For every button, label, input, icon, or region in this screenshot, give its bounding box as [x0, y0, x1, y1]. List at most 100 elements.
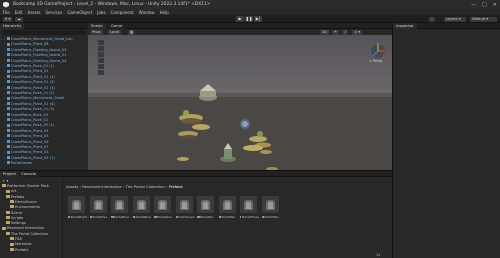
maximize-button[interactable]: □ [482, 2, 487, 8]
hierarchy-row[interactable]: › CrossPlains_Floating_Island_01 [0, 53, 88, 57]
pause-button[interactable]: ❚❚ [245, 16, 253, 22]
hierarchy-row-label: CrossPlains_Plant_03 [11, 150, 49, 155]
project-tree-item[interactable]: Materials [2, 242, 31, 247]
scale-tool-icon[interactable] [98, 58, 104, 63]
rotate-tool-icon[interactable] [98, 52, 104, 57]
scene-viewport[interactable] [88, 35, 392, 170]
hierarchy-search-input[interactable] [2, 30, 86, 35]
hierarchy-row[interactable]: › CrossPlains_Plant_04 [0, 129, 88, 133]
menu-component[interactable]: Component [111, 10, 134, 15]
project-tree-label: Environments [15, 205, 40, 210]
hierarchy-row[interactable]: › CrossPlains_Plant_01 [0, 69, 88, 73]
hand-tool-icon[interactable] [98, 40, 104, 45]
search-icon[interactable]: ⌕ [429, 16, 436, 22]
asset-tile[interactable]: PortalFive [89, 196, 108, 219]
project-tree-item[interactable]: Prefabs [2, 248, 28, 253]
transform-tool-icon[interactable] [98, 70, 104, 75]
project-tree-item[interactable]: Art [2, 189, 16, 194]
hierarchy-row[interactable]: › CrossPlains_Plant_01 (4) [0, 102, 88, 106]
asset-tile[interactable]: PortalThree [240, 196, 259, 219]
cloud-icon[interactable]: ☁ [15, 16, 23, 22]
layers-dropdown[interactable]: Layers ▾ [444, 16, 466, 22]
scene-tools-strip [98, 40, 104, 75]
move-tool-icon[interactable] [98, 46, 104, 51]
grid-toggle-button[interactable]: ▦ [128, 29, 136, 35]
project-tree-item[interactable]: FBX [2, 237, 22, 242]
project-tree-item[interactable]: Reversed Interactive [2, 226, 44, 231]
project-tree-item[interactable]: DemoScene [2, 200, 37, 205]
menu-window[interactable]: Window [139, 10, 155, 15]
tab-inspector[interactable]: Inspector [393, 23, 417, 29]
local-dropdown[interactable]: Local [108, 29, 122, 35]
close-button[interactable]: ✕ [493, 2, 497, 8]
hierarchy-row[interactable]: › CrossPlains_Plant_08 [0, 42, 88, 46]
hierarchy-row[interactable]: › CrossPlains_Floating_Island_03 [0, 48, 88, 52]
project-tree-item[interactable]: Scripts [2, 216, 23, 221]
menu-gameobject[interactable]: GameObject [67, 10, 92, 15]
floating-island[interactable] [192, 124, 210, 130]
project-tree-item[interactable]: Prefabs [2, 195, 24, 200]
breadcrumb-item[interactable]: Reversed Interactive [82, 184, 121, 189]
project-tree-item[interactable]: The Portal Collection [2, 232, 48, 237]
breadcrumb-item[interactable]: Assets [66, 184, 78, 189]
hierarchy-row[interactable]: › CrossPlains_Plant_03 [0, 150, 88, 154]
portal-prefab-icon [132, 196, 150, 213]
2d-toggle-button[interactable]: 2D [320, 29, 330, 35]
hierarchy-row[interactable]: › CrossPlains_Monument_Great_Lan [0, 37, 88, 41]
project-tree-item[interactable]: Settings [2, 221, 26, 226]
asset-tile[interactable]: PortalTwo [261, 196, 280, 219]
hierarchy-row[interactable]: › CrossPlains_Monument_Small [0, 96, 88, 100]
hierarchy-row[interactable]: › CrossPlains_Rock_02 (1) [0, 123, 88, 127]
audio-toggle-icon[interactable]: ♪ [342, 29, 349, 35]
gizmos-dropdown[interactable]: ◎ ▾ [352, 29, 363, 35]
asset-tile[interactable]: PortalOne [154, 196, 172, 219]
tab-hierarchy[interactable]: Hierarchy [0, 23, 25, 29]
portal-object[interactable] [240, 119, 250, 129]
hierarchy-row[interactable]: › CrossPlains_Rock_03 [0, 113, 88, 117]
hierarchy-row[interactable]: › CrossPlains_Rock_02 [0, 118, 88, 122]
pivot-dropdown[interactable]: Pivot [90, 29, 103, 35]
tab-console[interactable]: Console [18, 171, 40, 177]
hierarchy-row[interactable]: › CrossPlains_Rock_01 (1) [0, 64, 88, 68]
account-dropdown[interactable]: R ▾ [3, 16, 13, 22]
play-button[interactable]: ▶ [236, 16, 244, 22]
hierarchy-row[interactable]: › CrossPlains_Plant_07 [0, 145, 88, 149]
lighting-toggle-icon[interactable]: ☀ [332, 29, 340, 35]
tab-project[interactable]: Project [0, 171, 19, 177]
menu-assets[interactable]: Assets [27, 10, 40, 15]
hierarchy-row[interactable]: › CrossPlains_Floating_Island_04 [0, 59, 88, 63]
hierarchy-row[interactable]: › CrossPlains_Plant_03 (1) [0, 156, 88, 160]
hierarchy-row[interactable]: › CrossPlains_Rock_01 (2) [0, 91, 88, 95]
asset-tile[interactable]: PortalTen [218, 196, 237, 219]
project-tree-item[interactable]: Environments [2, 205, 40, 210]
rect-tool-icon[interactable] [98, 64, 104, 69]
folder-icon [10, 247, 14, 251]
persp-label[interactable]: < Persp [369, 59, 382, 63]
menu-file[interactable]: File [3, 10, 10, 15]
menu-jobs[interactable]: Jobs [97, 10, 105, 15]
hierarchy-row-label: CrossPlains_Plant_01 (1) [11, 74, 55, 79]
asset-tile[interactable]: PortalFour [111, 196, 129, 219]
add-asset-button[interactable]: + ▾ [2, 178, 8, 183]
hierarchy-row[interactable]: › CrossPlains_Plant_06 [0, 140, 88, 144]
hierarchy-row[interactable]: › CrossPlains_Plant_05 [0, 134, 88, 138]
project-tree-item[interactable]: Scene [2, 211, 22, 216]
asset-tile[interactable]: PortalEight [68, 196, 87, 219]
project-tree-item[interactable]: Platformer Starter Pack [2, 184, 49, 189]
asset-tile[interactable]: PortalNine [132, 196, 151, 219]
layout-dropdown[interactable]: Default ▾ [470, 16, 497, 22]
menu-edit[interactable]: Edit [15, 10, 23, 15]
menu-help[interactable]: Help [160, 10, 169, 15]
hierarchy-row[interactable]: › CrossPlains_Plant_01 (3) [0, 86, 88, 90]
minimize-button[interactable]: — [471, 2, 476, 8]
asset-tile[interactable]: PortalSeven [175, 196, 195, 219]
menu-services[interactable]: Services [45, 10, 62, 15]
hierarchy-row[interactable]: › CrossPlains_Plant_01 (1) [0, 75, 88, 79]
step-button[interactable]: ▶| [254, 16, 262, 22]
hierarchy-row[interactable]: › PortalSeven [0, 161, 88, 165]
hierarchy-row[interactable]: › CrossPlains_Plant_01 (2) [0, 80, 88, 84]
asset-tile[interactable]: PortalSix [197, 196, 215, 219]
breadcrumb-item[interactable]: The Portal Collection [126, 184, 165, 189]
breadcrumb-item[interactable]: Prefabs [169, 184, 183, 189]
hierarchy-row[interactable]: › CrossPlains_Rock_01 (3) [0, 107, 88, 111]
